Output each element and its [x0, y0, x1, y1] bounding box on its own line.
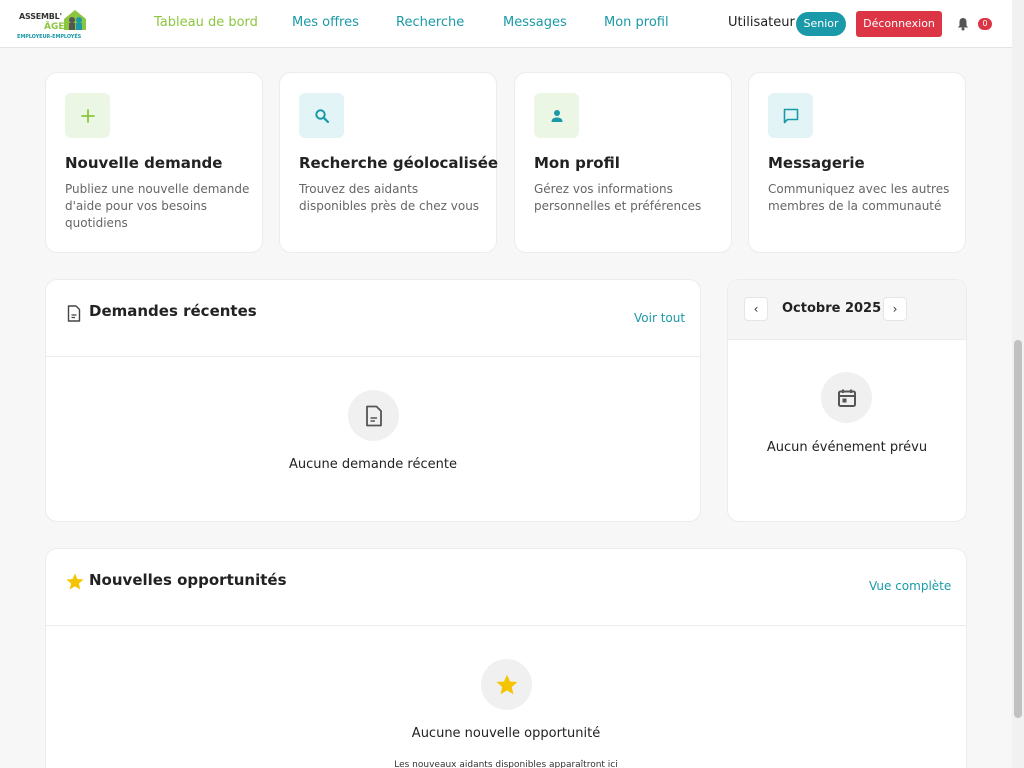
notification-count-badge: 0: [978, 18, 992, 30]
person-icon: [534, 93, 579, 138]
plus-icon: [65, 93, 110, 138]
empty-state-text: Aucune demande récente: [289, 457, 457, 472]
divider: [46, 356, 700, 357]
recent-requests-panel: Demandes récentes Voir tout Aucune deman…: [45, 279, 701, 522]
voir-tout-link[interactable]: Voir tout: [634, 311, 685, 325]
search-icon: [299, 93, 344, 138]
section-title: Demandes récentes: [89, 302, 257, 320]
quick-action-title: Messagerie: [768, 154, 865, 172]
user-name: Utilisateur: [728, 15, 795, 30]
vertical-scrollbar[interactable]: [1012, 0, 1024, 768]
logo-text-line3: EMPLOYEUR-EMPLOYÉS: [17, 34, 82, 40]
empty-state-subtext: Les nouveaux aidants disponibles apparaî…: [394, 760, 618, 768]
quick-action-title: Mon profil: [534, 154, 620, 172]
opportunities-panel: Nouvelles opportunités Vue complète Aucu…: [45, 548, 967, 768]
vue-complete-link[interactable]: Vue complète: [869, 579, 951, 593]
nav-messages[interactable]: Messages: [503, 15, 567, 30]
nav-mon-profil[interactable]: Mon profil: [604, 15, 669, 30]
quick-action-description: Publiez une nouvelle demande d'aide pour…: [65, 182, 250, 230]
quick-action-description: Communiquez avec les autres membres de l…: [768, 182, 950, 213]
divider: [46, 625, 966, 626]
calendar-prev-button[interactable]: ‹: [744, 297, 768, 321]
calendar-month-label: Octobre 2025: [782, 301, 882, 316]
logout-button[interactable]: Déconnexion: [856, 11, 942, 37]
nav-mes-offres[interactable]: Mes offres: [292, 15, 359, 30]
quick-action-messagerie[interactable]: Messagerie Communiquez avec les autres m…: [748, 72, 966, 253]
quick-action-mon-profil[interactable]: Mon profil Gérez vos informations person…: [514, 72, 732, 253]
logo-text-line2: ÂGE: [44, 22, 65, 32]
empty-state-text: Aucun événement prévu: [766, 440, 928, 455]
section-title: Nouvelles opportunités: [89, 571, 287, 589]
quick-action-description: Gérez vos informations personnelles et p…: [534, 182, 702, 213]
top-navbar: ASSEMBL' ÂGE EMPLOYEUR-EMPLOYÉS Tableau …: [0, 0, 1012, 48]
nav-tableau-de-bord[interactable]: Tableau de bord: [154, 15, 258, 30]
role-badge: Senior: [796, 12, 846, 36]
star-icon: [481, 659, 532, 710]
document-icon: [348, 390, 399, 441]
quick-action-description: Trouvez des aidants disponibles près de …: [299, 182, 480, 213]
logo[interactable]: ASSEMBL' ÂGE EMPLOYEUR-EMPLOYÉS: [17, 7, 89, 43]
scrollbar-thumb[interactable]: [1014, 340, 1022, 718]
quick-action-recherche[interactable]: Recherche géolocalisée Trouvez des aidan…: [279, 72, 499, 253]
empty-state-text: Aucune nouvelle opportunité: [411, 726, 601, 741]
bell-icon[interactable]: [956, 17, 970, 31]
quick-action-title: Recherche géolocalisée: [299, 154, 499, 172]
document-icon: [67, 305, 81, 322]
calendar-icon: [821, 372, 872, 423]
calendar-next-button[interactable]: ›: [883, 297, 907, 321]
star-icon: [66, 573, 84, 590]
logo-text-line1: ASSEMBL': [19, 12, 62, 21]
house-logo-icon: [64, 10, 86, 30]
quick-action-nouvelle-demande[interactable]: Nouvelle demande Publiez une nouvelle de…: [45, 72, 263, 253]
chat-icon: [768, 93, 813, 138]
calendar-header: ‹ Octobre 2025 ›: [728, 280, 966, 340]
quick-action-title: Nouvelle demande: [65, 154, 223, 172]
nav-recherche[interactable]: Recherche: [396, 15, 464, 30]
calendar-panel: ‹ Octobre 2025 › Aucun événement prévu: [727, 279, 967, 522]
